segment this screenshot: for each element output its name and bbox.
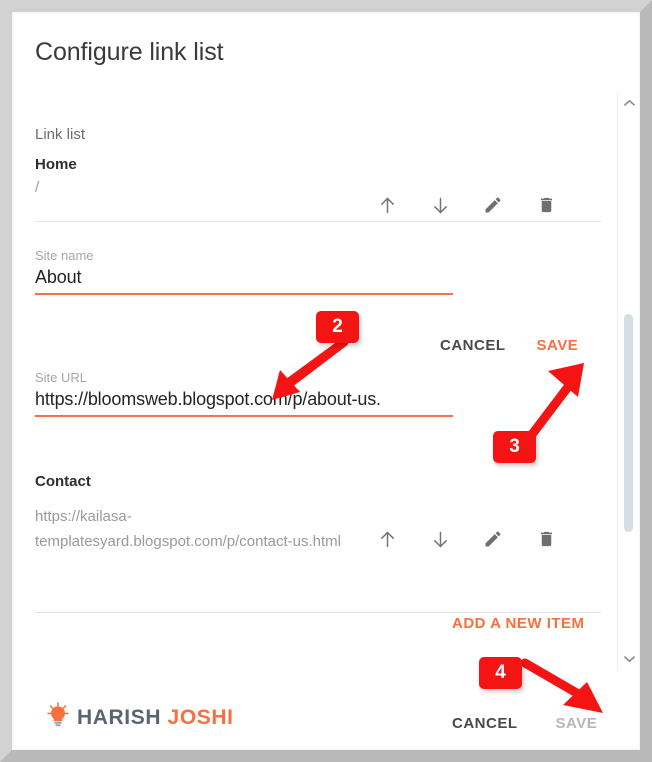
edit-form-cancel-button[interactable]: CANCEL <box>440 337 506 354</box>
edit-form-save-button[interactable]: SAVE <box>537 337 579 354</box>
configure-link-list-dialog: Configure link list Link list Home / Sit… <box>12 12 640 750</box>
link-item-url: / <box>35 179 40 196</box>
page-title: Configure link list <box>35 38 224 66</box>
screenshot-frame: Configure link list Link list Home / Sit… <box>0 0 652 762</box>
footer-cancel-button[interactable]: CANCEL <box>452 715 518 732</box>
edit-form-actions: CANCEL SAVE <box>440 337 578 354</box>
move-up-icon[interactable] <box>375 526 399 552</box>
move-down-icon[interactable] <box>428 192 452 218</box>
annotation-badge-2: 2 <box>316 311 359 343</box>
link-item-actions <box>375 526 558 552</box>
footer-save-button[interactable]: SAVE <box>556 715 598 732</box>
logo-text: HARISH JOSHI <box>77 707 234 728</box>
site-url-label: Site URL <box>35 370 88 385</box>
move-up-icon[interactable] <box>375 192 399 218</box>
chevron-up-icon[interactable] <box>618 94 640 112</box>
vertical-scrollbar[interactable] <box>617 92 640 670</box>
link-item-name: Contact <box>35 473 91 490</box>
site-name-input[interactable] <box>35 265 453 295</box>
lightbulb-icon <box>46 702 70 733</box>
site-name-field: Site name <box>35 247 453 295</box>
annotation-badge-4: 4 <box>479 657 522 689</box>
logo-primary-text: HARISH <box>77 706 162 729</box>
link-item-name: Home <box>35 156 77 173</box>
link-list-label: Link list <box>35 126 86 143</box>
link-item-url: https://kailasa-templatesyard.blogspot.c… <box>35 508 341 550</box>
chevron-down-icon[interactable] <box>618 650 640 668</box>
edit-icon[interactable] <box>481 526 505 552</box>
dialog-footer: HARISH JOSHI CANCEL SAVE <box>12 670 640 750</box>
dialog-scroll-area[interactable]: Link list Home / Site name About CANCEL … <box>12 92 640 670</box>
annotation-badge-3: 3 <box>493 431 536 463</box>
site-name-label: Site name <box>35 248 94 263</box>
edit-icon[interactable] <box>481 192 505 218</box>
site-url-field: Site URL <box>35 369 453 417</box>
add-new-item-button[interactable]: ADD A NEW ITEM <box>452 615 585 632</box>
move-down-icon[interactable] <box>428 526 452 552</box>
link-item-actions <box>375 192 558 218</box>
logo-secondary-text: JOSHI <box>167 706 234 729</box>
delete-icon[interactable] <box>534 192 558 218</box>
scrollbar-thumb[interactable] <box>624 314 633 532</box>
delete-icon[interactable] <box>534 526 558 552</box>
site-url-input[interactable] <box>35 387 453 417</box>
site-logo: HARISH JOSHI <box>46 702 234 733</box>
footer-actions: CANCEL SAVE <box>452 715 597 732</box>
